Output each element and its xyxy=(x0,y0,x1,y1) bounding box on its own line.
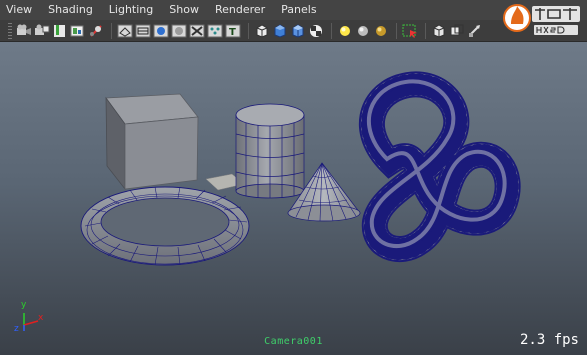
menu-renderer[interactable]: Renderer xyxy=(207,0,273,20)
image-plane-icon[interactable] xyxy=(70,23,86,39)
panel-menu-bar: View Shading Lighting Show Renderer Pane… xyxy=(0,0,587,20)
axis-indicator xyxy=(23,313,39,331)
smooth-shade-icon[interactable] xyxy=(135,23,151,39)
camera-attributes-icon[interactable] xyxy=(34,23,50,39)
toolbar-separator xyxy=(331,22,332,39)
shadows-icon[interactable] xyxy=(189,23,205,39)
select-camera-icon[interactable] xyxy=(402,23,418,39)
toolbar-separator xyxy=(111,22,112,39)
menu-show[interactable]: Show xyxy=(161,0,207,20)
camera-name-label: Camera001 xyxy=(264,336,323,347)
menu-shading[interactable]: Shading xyxy=(40,0,101,20)
fps-counter: 2.3 fps xyxy=(519,332,579,348)
text-icon[interactable]: T xyxy=(225,23,241,39)
axis-label-x: x xyxy=(38,313,44,323)
textured-icon[interactable] xyxy=(153,23,169,39)
checker-icon[interactable] xyxy=(308,23,324,39)
toolbar-separator xyxy=(425,22,426,39)
cube-object[interactable] xyxy=(105,93,199,191)
menu-lighting[interactable]: Lighting xyxy=(101,0,161,20)
3d-viewport[interactable]: y x z Camera001 2.3 fps xyxy=(0,42,587,355)
isolate-icon[interactable] xyxy=(431,23,447,39)
cube-shaded-icon[interactable] xyxy=(272,23,288,39)
torus-object[interactable] xyxy=(80,186,250,266)
light-yellow-icon[interactable] xyxy=(337,23,353,39)
cylinder-object[interactable] xyxy=(235,103,305,199)
lights-icon[interactable] xyxy=(171,23,187,39)
axis-label-y: y xyxy=(21,300,27,310)
toolbar-separator xyxy=(396,22,397,39)
bookmark-icon[interactable] xyxy=(52,23,68,39)
menu-view[interactable]: View xyxy=(0,0,40,20)
camera-select-icon[interactable] xyxy=(16,23,32,39)
axis-label-z: z xyxy=(14,324,19,334)
xray-icon[interactable] xyxy=(207,23,223,39)
hxsd-watermark-logo xyxy=(503,4,580,35)
frame-icon[interactable] xyxy=(449,23,465,39)
wireframe-icon[interactable] xyxy=(117,23,133,39)
light-gold-icon[interactable] xyxy=(373,23,389,39)
toolbar-separator xyxy=(248,22,249,39)
panel-toolbar: T xyxy=(0,20,587,42)
light-grey-icon[interactable] xyxy=(355,23,371,39)
menu-panels[interactable]: Panels xyxy=(273,0,324,20)
svg-text:T: T xyxy=(229,27,236,38)
toolbar-grip-icon[interactable] xyxy=(8,22,12,39)
maya-viewport-panel: View Shading Lighting Show Renderer Pane… xyxy=(0,0,587,355)
cube-wire-icon[interactable] xyxy=(254,23,270,39)
scene-canvas xyxy=(23,71,521,331)
film-gate-icon[interactable] xyxy=(467,23,483,39)
cube-blue-icon[interactable] xyxy=(290,23,306,39)
torus-knot-object[interactable] xyxy=(359,71,521,262)
grid-toggle-icon[interactable] xyxy=(88,23,104,39)
